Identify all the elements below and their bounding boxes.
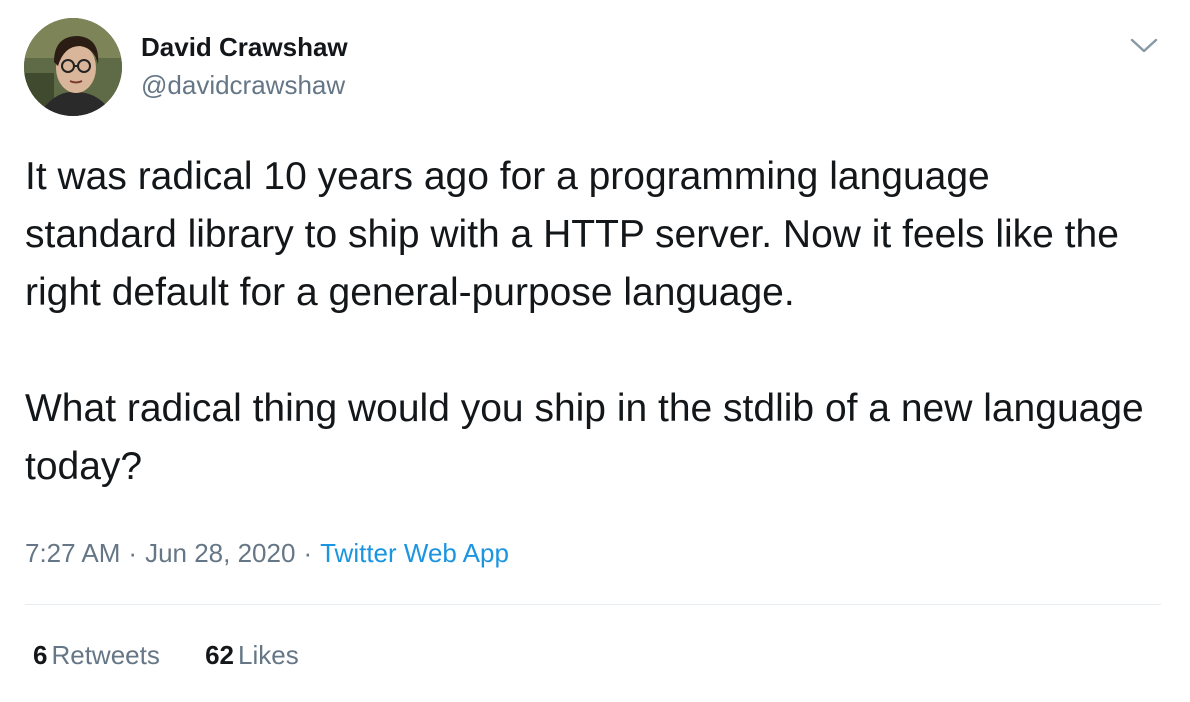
author-name[interactable]: David Crawshaw [141, 32, 348, 63]
tweet-menu-button[interactable] [1126, 28, 1162, 64]
likes-count: 62 [205, 640, 235, 670]
likes-label: Likes [238, 640, 299, 670]
meta-separator: · [303, 538, 313, 568]
likes-stat[interactable]: 62 Likes [205, 640, 299, 671]
tweet-stats: 6 Retweets 62 Likes [33, 640, 299, 671]
avatar-image [24, 18, 122, 116]
tweet-paragraph: It was radical 10 years ago for a progra… [25, 155, 1119, 314]
tweet-meta: 7:27 AM · Jun 28, 2020 · Twitter Web App [25, 538, 509, 569]
chevron-down-icon [1130, 38, 1158, 53]
tweet-paragraph: What radical thing would you ship in the… [25, 387, 1144, 488]
retweets-count: 6 [33, 640, 48, 670]
tweet-text: It was radical 10 years ago for a progra… [25, 148, 1145, 496]
retweets-stat[interactable]: 6 Retweets [33, 640, 160, 671]
retweets-label: Retweets [51, 640, 160, 670]
meta-separator: · [128, 538, 138, 568]
tweet-card: David Crawshaw @davidcrawshaw It was rad… [0, 0, 1190, 702]
author-handle[interactable]: @davidcrawshaw [141, 70, 345, 101]
tweet-source-link[interactable]: Twitter Web App [320, 538, 509, 568]
divider [25, 604, 1161, 605]
avatar[interactable] [24, 18, 122, 116]
tweet-date[interactable]: Jun 28, 2020 [145, 538, 295, 568]
tweet-time[interactable]: 7:27 AM [25, 538, 120, 568]
